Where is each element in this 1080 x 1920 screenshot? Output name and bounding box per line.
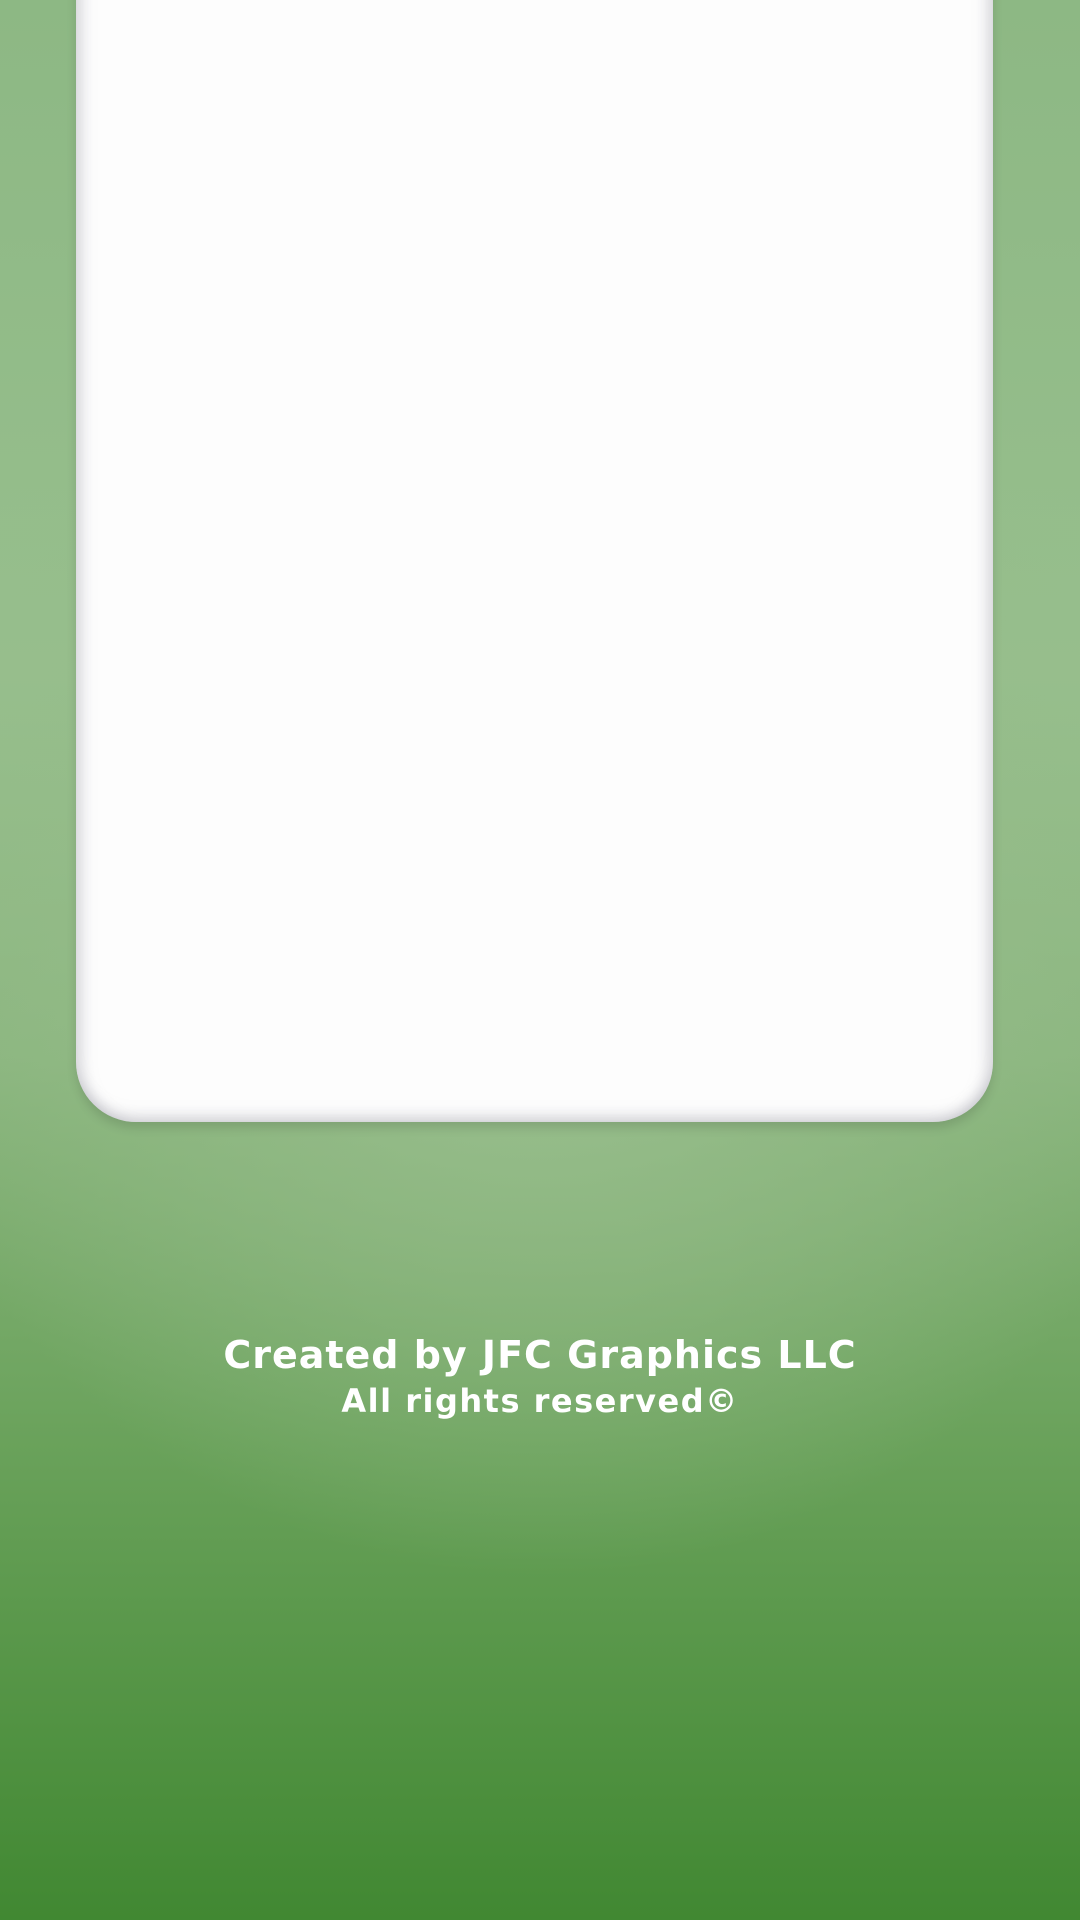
app-screen: Created by JFC Graphics LLC All rights r… bbox=[0, 0, 1080, 1920]
credits-block: Created by JFC Graphics LLC All rights r… bbox=[0, 1330, 1080, 1422]
rights-text: All rights reserved© bbox=[341, 1382, 739, 1420]
credit-text: Created by JFC Graphics LLC bbox=[223, 1333, 857, 1377]
content-card bbox=[76, 0, 993, 1122]
